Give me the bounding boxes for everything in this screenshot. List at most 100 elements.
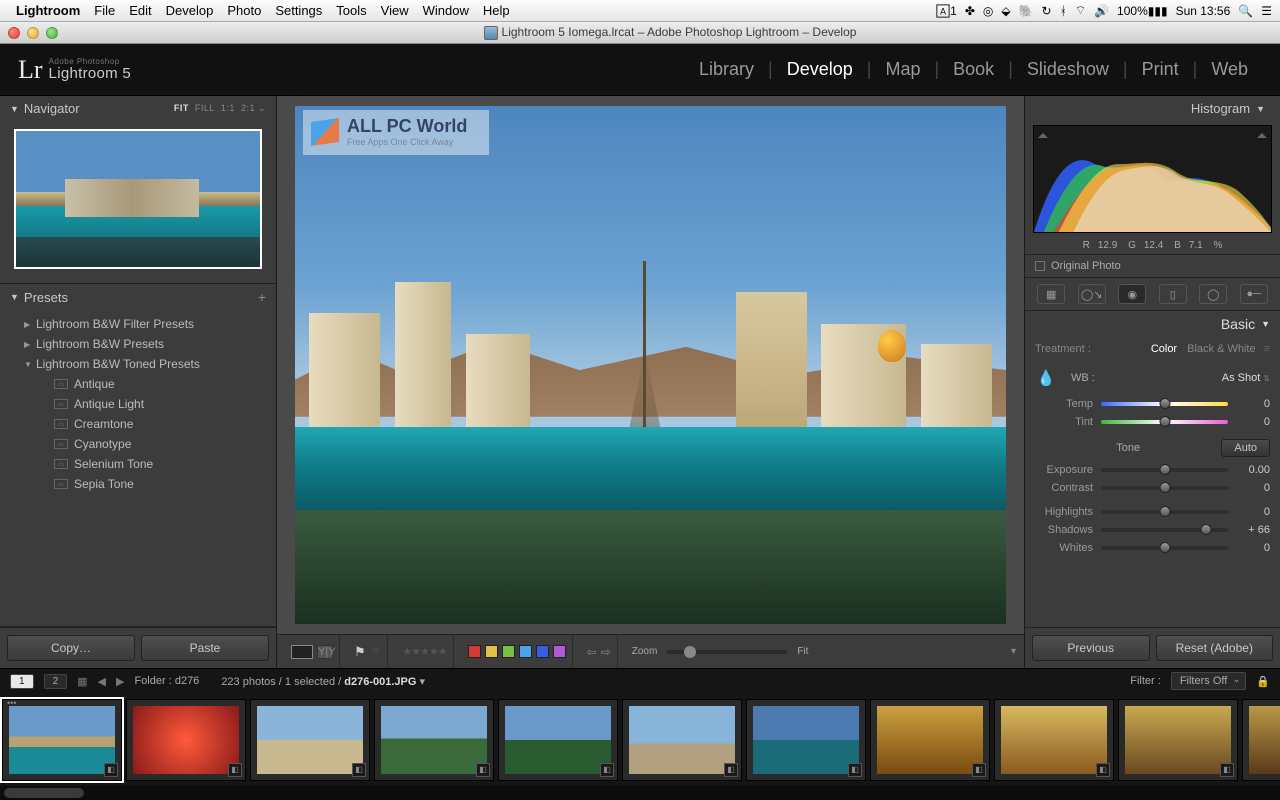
flag-pick-button[interactable]: ⚑ (354, 644, 366, 660)
dropbox-icon[interactable]: ⬙ (1001, 4, 1010, 18)
sync-icon[interactable]: ✤ (965, 4, 975, 18)
color-label-swatch[interactable] (553, 645, 566, 658)
minimize-window-button[interactable] (27, 27, 39, 39)
basic-panel-header[interactable]: Basic▼ (1025, 311, 1280, 337)
filmstrip-thumbnail[interactable]: ◧ (250, 699, 370, 781)
preset-item[interactable]: ▭Selenium Tone (6, 454, 270, 474)
copy-settings-button[interactable]: Copy… (7, 635, 135, 661)
histogram-header[interactable]: Histogram▼ (1025, 96, 1280, 121)
brush-tool[interactable]: ●─ (1240, 284, 1268, 304)
toolbar-menu-button[interactable]: ▾ (1011, 646, 1016, 657)
zoom-window-button[interactable] (46, 27, 58, 39)
highlights-slider[interactable]: Highlights0 (1025, 503, 1280, 521)
reset-button[interactable]: Reset (Adobe) (1156, 635, 1274, 661)
flag-reject-button[interactable]: ⚑ (370, 644, 382, 660)
filmstrip-thumbnail[interactable]: ◧ (1118, 699, 1238, 781)
color-label-swatch[interactable] (485, 645, 498, 658)
filmstrip-thumbnail[interactable]: ◧ (498, 699, 618, 781)
navigator-header[interactable]: ▼ Navigator FIT FILL 1:1 2:1 ⌄ (0, 96, 276, 121)
contrast-slider[interactable]: Contrast0 (1025, 479, 1280, 497)
module-book[interactable]: Book (939, 59, 1008, 80)
menu-develop[interactable]: Develop (166, 3, 214, 18)
module-library[interactable]: Library (685, 59, 768, 80)
filter-lock-icon[interactable]: 🔒 (1256, 675, 1270, 688)
prev-photo-button[interactable]: ⇦ (587, 645, 597, 659)
menu-photo[interactable]: Photo (227, 3, 261, 18)
auto-tone-button[interactable]: Auto (1221, 439, 1270, 457)
filmstrip-thumbnail[interactable]: ◧ (374, 699, 494, 781)
presets-header[interactable]: ▼ Presets + (0, 284, 276, 310)
preset-folder[interactable]: ▶Lightroom B&W Presets (6, 334, 270, 354)
wb-eyedropper-tool[interactable]: 💧 (1035, 367, 1057, 389)
notifications-icon[interactable]: ☰ (1261, 4, 1272, 18)
menu-view[interactable]: View (381, 3, 409, 18)
color-labels[interactable] (462, 635, 573, 668)
preset-folder[interactable]: ▼Lightroom B&W Toned Presets (6, 354, 270, 374)
shadow-clip-icon[interactable] (1038, 128, 1048, 138)
grad-filter-tool[interactable]: ▯ (1159, 284, 1187, 304)
battery-status[interactable]: 100% ▮▮▮ (1117, 4, 1168, 18)
nav-fwd-button[interactable]: ▶ (116, 675, 124, 688)
menu-settings[interactable]: Settings (275, 3, 322, 18)
bluetooth-icon[interactable]: ᚼ (1060, 4, 1067, 18)
color-label-swatch[interactable] (468, 645, 481, 658)
spotlight-icon[interactable]: 🔍 (1238, 4, 1253, 18)
treatment-bw[interactable]: Black & White (1187, 343, 1255, 355)
navigator-zoom-levels[interactable]: FIT FILL 1:1 2:1 ⌄ (174, 103, 266, 114)
close-window-button[interactable] (8, 27, 20, 39)
nav-back-button[interactable]: ◀ (98, 675, 106, 688)
crop-tool[interactable]: ▦ (1037, 284, 1065, 304)
filmstrip-thumbnail[interactable]: ◧ (126, 699, 246, 781)
color-label-swatch[interactable] (536, 645, 549, 658)
monitor-2-button[interactable]: 2 (44, 674, 68, 689)
filmstrip-thumbnail[interactable]: ◧ (746, 699, 866, 781)
filmstrip-thumbnail[interactable]: ◧ (622, 699, 742, 781)
preset-item[interactable]: ▭Antique Light (6, 394, 270, 414)
monitor-1-button[interactable]: 1 (10, 674, 34, 689)
wifi-icon[interactable]: ⌔ (1075, 3, 1086, 18)
module-slideshow[interactable]: Slideshow (1013, 59, 1123, 80)
volume-icon[interactable]: 🔊 (1094, 4, 1109, 18)
menu-help[interactable]: Help (483, 3, 510, 18)
menu-tools[interactable]: Tools (336, 3, 366, 18)
preset-folder[interactable]: ▶Lightroom B&W Filter Presets (6, 314, 270, 334)
color-label-swatch[interactable] (502, 645, 515, 658)
evernote-icon[interactable]: 🐘 (1019, 4, 1034, 18)
menubar-app[interactable]: Lightroom (16, 3, 80, 18)
filmstrip-thumbnail[interactable]: ◧ (2, 699, 122, 781)
preset-item[interactable]: ▭Creamtone (6, 414, 270, 434)
filmstrip-thumbnail[interactable]: ◧ (1242, 699, 1280, 781)
exposure-slider[interactable]: Exposure0.00 (1025, 461, 1280, 479)
paste-settings-button[interactable]: Paste (141, 635, 269, 661)
highlight-clip-icon[interactable] (1257, 128, 1267, 138)
preset-item[interactable]: ▭Antique (6, 374, 270, 394)
navigator-preview[interactable] (14, 129, 262, 269)
add-preset-button[interactable]: + (258, 289, 266, 305)
filmstrip-scrollbar[interactable] (0, 786, 1280, 800)
module-map[interactable]: Map (871, 59, 934, 80)
cc-icon[interactable]: ◎ (983, 4, 993, 18)
filmstrip-thumbnail[interactable]: ◧ (994, 699, 1114, 781)
whites-slider[interactable]: Whites0 (1025, 539, 1280, 557)
image-canvas[interactable]: ALL PC WorldFree Apps One Click Away (295, 106, 1006, 624)
clock[interactable]: Sun 13:56 (1176, 4, 1231, 18)
color-label-swatch[interactable] (519, 645, 532, 658)
menu-edit[interactable]: Edit (129, 3, 151, 18)
tint-slider[interactable]: Tint0 (1025, 413, 1280, 431)
temp-slider[interactable]: Temp0 (1025, 395, 1280, 413)
module-web[interactable]: Web (1197, 59, 1262, 80)
time-machine-icon[interactable]: ↻ (1042, 4, 1052, 18)
shadows-slider[interactable]: Shadows+ 66 (1025, 521, 1280, 539)
next-photo-button[interactable]: ⇨ (601, 645, 611, 659)
histogram[interactable] (1033, 125, 1272, 233)
redeye-tool[interactable]: ◉ (1118, 284, 1146, 304)
preset-item[interactable]: ▭Cyanotype (6, 434, 270, 454)
filter-dropdown[interactable]: Filters Off (1171, 672, 1246, 690)
adobe-status-icon[interactable]: A1 (936, 4, 957, 18)
compare-view-button[interactable]: Y|Y (317, 645, 333, 659)
wb-dropdown[interactable]: As Shot⇅ (1222, 372, 1270, 384)
module-print[interactable]: Print (1128, 59, 1193, 80)
radial-filter-tool[interactable]: ◯ (1199, 284, 1227, 304)
menu-file[interactable]: File (94, 3, 115, 18)
rating-stars[interactable]: ★★★★★ (396, 635, 453, 668)
